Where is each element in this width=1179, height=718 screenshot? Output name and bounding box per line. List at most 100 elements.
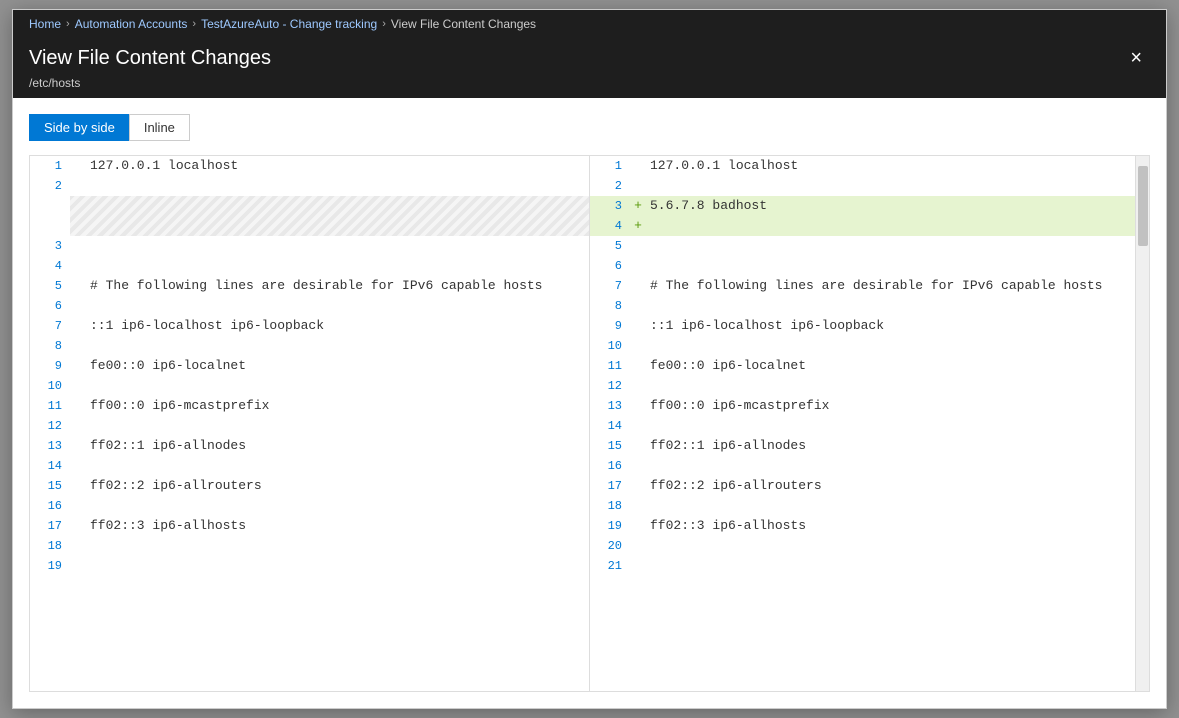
line-number: 8 (30, 336, 70, 356)
breadcrumb-automation[interactable]: Automation Accounts (75, 17, 188, 31)
line-number: 4 (590, 216, 630, 236)
diff-line: 15 ff02::1 ip6-allnodes (590, 436, 1135, 456)
line-number: 9 (30, 356, 70, 376)
modal-title: View File Content Changes (29, 47, 271, 70)
line-number: 19 (590, 516, 630, 536)
tab-side-by-side[interactable]: Side by side (29, 114, 129, 141)
line-marker (630, 416, 646, 436)
line-number: 16 (30, 496, 70, 516)
diff-line: 3 (30, 236, 589, 256)
line-marker: + (630, 216, 646, 236)
breadcrumb-sep-1: › (66, 18, 70, 30)
line-content (646, 556, 1135, 576)
line-marker (630, 316, 646, 336)
line-number: 5 (590, 236, 630, 256)
modal-body: Side by side Inline 1127.0.0.1 localhost… (13, 98, 1166, 708)
close-button[interactable]: × (1122, 44, 1150, 72)
line-marker (630, 276, 646, 296)
line-number: 12 (590, 376, 630, 396)
line-number: 2 (590, 176, 630, 196)
line-content: ::1 ip6-localhost ip6-loopback (646, 316, 1135, 336)
line-content: ff00::0 ip6-mcastprefix (86, 396, 589, 416)
breadcrumb-change-tracking[interactable]: TestAzureAuto - Change tracking (201, 17, 377, 31)
line-content (646, 256, 1135, 276)
diff-line: 6 (30, 296, 589, 316)
diff-line: 21 (590, 556, 1135, 576)
line-content (646, 216, 1135, 236)
diff-line: 12 (590, 376, 1135, 396)
line-marker (630, 236, 646, 256)
diff-line: 14 (30, 456, 589, 476)
diff-pane-right[interactable]: 1127.0.0.1 localhost23+5.6.7.8 badhost4+… (590, 156, 1135, 691)
line-content (646, 536, 1135, 556)
diff-line: 7# The following lines are desirable for… (590, 276, 1135, 296)
line-number: 1 (30, 156, 70, 176)
line-marker (70, 416, 86, 436)
line-number: 14 (30, 456, 70, 476)
diff-line: 15ff02::2 ip6-allrouters (30, 476, 589, 496)
line-marker (70, 476, 86, 496)
line-content: ff02::1 ip6-allnodes (646, 436, 1135, 456)
line-number: 18 (30, 536, 70, 556)
line-number: 6 (590, 256, 630, 276)
line-content: fe00::0 ip6-localnet (86, 356, 589, 376)
diff-line: 4 (30, 256, 589, 276)
line-number: 20 (590, 536, 630, 556)
diff-line: 20 (590, 536, 1135, 556)
diff-right-wrapper: 1127.0.0.1 localhost23+5.6.7.8 badhost4+… (590, 156, 1149, 691)
modal-overlay: Home › Automation Accounts › TestAzureAu… (0, 0, 1179, 718)
diff-pane-left[interactable]: 1127.0.0.1 localhost2345# The following … (30, 156, 590, 691)
diff-line: 5 (590, 236, 1135, 256)
scrollbar-thumb[interactable] (1138, 166, 1148, 246)
line-number: 16 (590, 456, 630, 476)
line-marker (70, 496, 86, 516)
line-content (646, 296, 1135, 316)
line-number: 18 (590, 496, 630, 516)
line-marker (630, 256, 646, 276)
diff-line: 19ff02::3 ip6-allhosts (590, 516, 1135, 536)
hatch-row (30, 196, 589, 236)
line-marker (630, 496, 646, 516)
diff-line: 14 (590, 416, 1135, 436)
diff-line: 8 (590, 296, 1135, 316)
diff-line: 11ff00::0 ip6-mcastprefix (30, 396, 589, 416)
tab-inline[interactable]: Inline (129, 114, 190, 141)
diff-line: 18 (590, 496, 1135, 516)
diff-line: 6 (590, 256, 1135, 276)
diff-line: 13ff00::0 ip6-mcastprefix (590, 396, 1135, 416)
line-content: 5.6.7.8 badhost (646, 196, 1135, 216)
line-content (86, 236, 589, 256)
line-content (86, 296, 589, 316)
diff-line: 5# The following lines are desirable for… (30, 276, 589, 296)
line-content (86, 456, 589, 476)
line-marker (70, 556, 86, 576)
diff-line: 17 ff02::2 ip6-allrouters (590, 476, 1135, 496)
line-number: 19 (30, 556, 70, 576)
line-number: 12 (30, 416, 70, 436)
line-number: 9 (590, 316, 630, 336)
line-marker (70, 536, 86, 556)
line-marker (630, 336, 646, 356)
modal-subtitle: /etc/hosts (29, 76, 1150, 98)
diff-line: 13ff02::1 ip6-allnodes (30, 436, 589, 456)
line-marker (70, 376, 86, 396)
line-number: 4 (30, 256, 70, 276)
breadcrumb-home[interactable]: Home (29, 17, 61, 31)
scrollbar-track[interactable] (1135, 156, 1149, 691)
line-content (646, 416, 1135, 436)
line-content (86, 336, 589, 356)
line-content (646, 376, 1135, 396)
line-content: ::1 ip6-localhost ip6-loopback (86, 316, 589, 336)
line-number: 15 (30, 476, 70, 496)
line-number: 17 (590, 476, 630, 496)
line-content (86, 556, 589, 576)
modal-header: Home › Automation Accounts › TestAzureAu… (13, 10, 1166, 98)
line-marker (70, 516, 86, 536)
line-content (86, 376, 589, 396)
breadcrumb-current: View File Content Changes (391, 17, 536, 31)
line-marker (630, 456, 646, 476)
line-marker (630, 376, 646, 396)
line-number: 15 (590, 436, 630, 456)
breadcrumb: Home › Automation Accounts › TestAzureAu… (29, 10, 1150, 38)
line-content: ff02::2 ip6-allrouters (646, 476, 1135, 496)
